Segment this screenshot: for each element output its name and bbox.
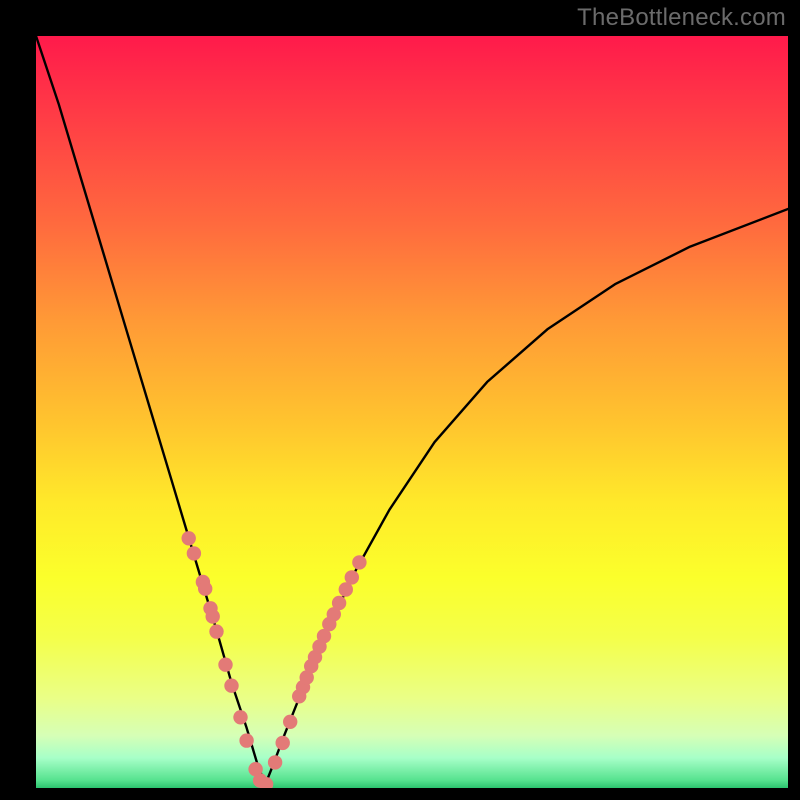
marker-dot (224, 679, 238, 693)
marker-dot (268, 755, 282, 769)
marker-dot (206, 609, 220, 623)
chart-stage: TheBottleneck.com (0, 0, 800, 800)
marker-dot (345, 570, 359, 584)
marker-dot (182, 531, 196, 545)
marker-dot (218, 658, 232, 672)
marker-dot (187, 546, 201, 560)
chart-svg (36, 36, 788, 788)
marker-dot (239, 733, 253, 747)
bottleneck-curve (36, 36, 788, 784)
marker-dot (209, 624, 223, 638)
marker-group (182, 531, 367, 788)
marker-dot (198, 582, 212, 596)
marker-dot (283, 715, 297, 729)
plot-area (36, 36, 788, 788)
marker-dot (332, 596, 346, 610)
watermark-text: TheBottleneck.com (577, 4, 786, 32)
marker-dot (276, 736, 290, 750)
marker-dot (352, 555, 366, 569)
marker-dot (233, 710, 247, 724)
